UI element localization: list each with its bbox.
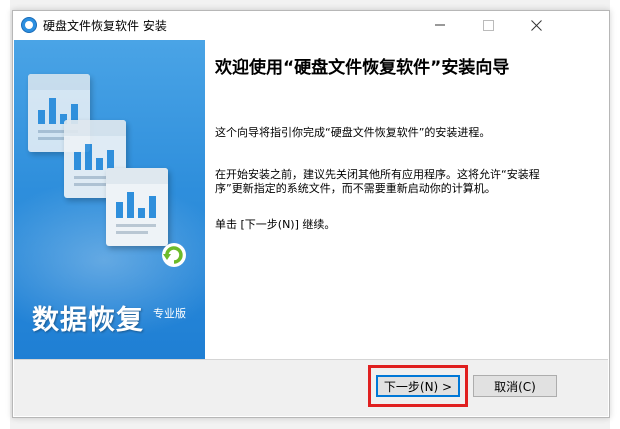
cancel-button[interactable]: 取消(C): [473, 375, 557, 397]
intro-text: 这个向导将指引你完成“硬盘文件恢复软件”的安装进程。: [215, 126, 491, 139]
app-icon: [21, 17, 37, 33]
minimize-button[interactable]: [417, 11, 463, 39]
page-backdrop-left: [0, 0, 10, 429]
brand-edition: 专业版: [153, 307, 186, 320]
recover-arrow-icon: [162, 243, 186, 267]
close-button[interactable]: [513, 11, 559, 39]
sidebar-banner: 数据恢复 专业版: [14, 40, 205, 359]
maximize-icon: [482, 20, 494, 31]
page-backdrop-right: [610, 0, 620, 429]
continue-hint: 单击 [下一步(N)] 继续。: [215, 218, 336, 231]
title-bar[interactable]: 硬盘文件恢复软件 安装: [13, 11, 609, 39]
maximize-button: [465, 11, 511, 39]
minimize-icon: [435, 24, 445, 26]
page-title: 欢迎使用“硬盘文件恢复软件”安装向导: [215, 58, 510, 78]
brand-logo-text: 数据恢复: [32, 305, 144, 336]
close-icon: [530, 20, 542, 31]
window-title: 硬盘文件恢复软件 安装: [43, 19, 167, 33]
document-icon: [106, 168, 168, 246]
welcome-content: 欢迎使用“硬盘文件恢复软件”安装向导 这个向导将指引你完成“硬盘文件恢复软件”的…: [215, 40, 595, 358]
next-button[interactable]: 下一步(N) >: [376, 375, 460, 397]
installer-window: 硬盘文件恢复软件 安装 数据恢复 专业版 欢迎使用“硬盘文件恢复软件”安装向导 …: [12, 10, 610, 418]
button-bar: 下一步(N) > 取消(C): [14, 360, 608, 416]
advice-text: 在开始安装之前，建议先关闭其他所有应用程序。这将允许“安装程序”更新指定的系统文…: [215, 168, 540, 195]
